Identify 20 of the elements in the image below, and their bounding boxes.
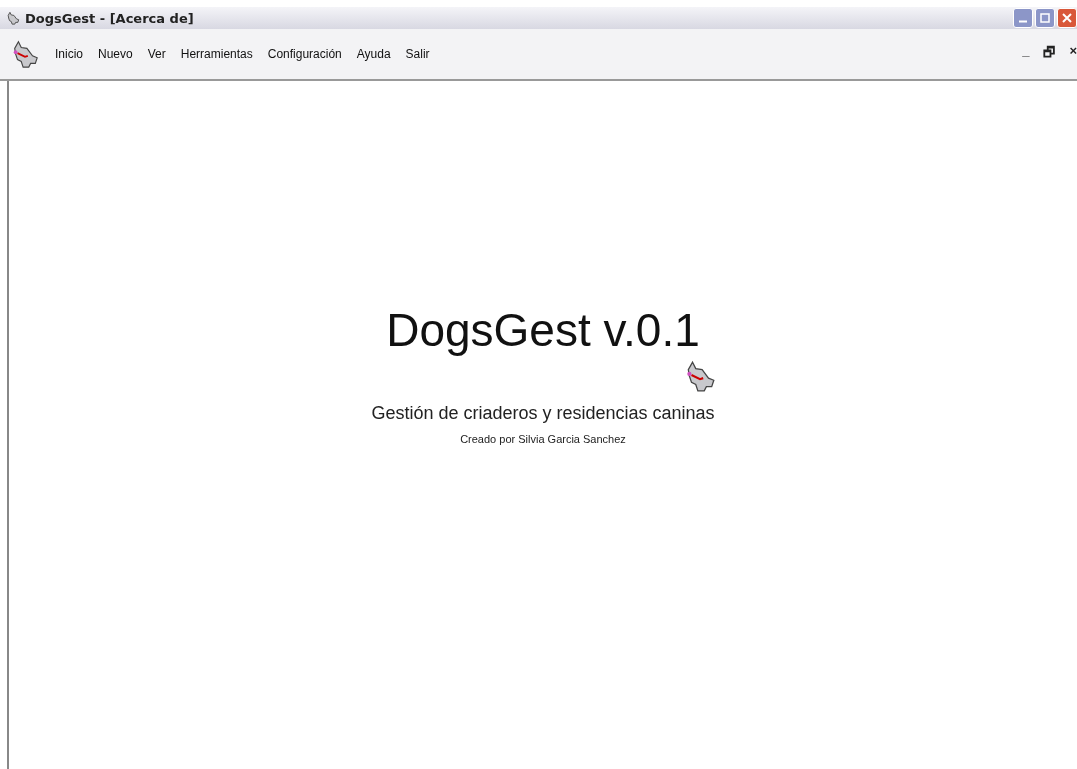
author-credit: Creado por Silvia Garcia Sanchez bbox=[460, 433, 626, 445]
child-restore-button[interactable]: 🗗 bbox=[1043, 43, 1056, 65]
maximize-icon bbox=[1040, 13, 1050, 23]
close-button[interactable] bbox=[1057, 8, 1077, 28]
app-title: DogsGest v.0.1 bbox=[386, 303, 700, 357]
child-minimize-button[interactable]: _ bbox=[1022, 43, 1030, 65]
minimize-button[interactable] bbox=[1013, 8, 1033, 28]
app-subtitle: Gestión de criaderos y residencias caninas bbox=[371, 403, 715, 424]
child-close-button[interactable]: × bbox=[1069, 43, 1077, 65]
close-icon bbox=[1062, 13, 1072, 23]
menu-item[interactable]: Ver bbox=[147, 47, 166, 61]
menu-item[interactable]: Herramientas bbox=[180, 47, 253, 61]
menu-item[interactable]: Configuración bbox=[267, 47, 342, 61]
menu-item[interactable]: Ayuda bbox=[356, 47, 391, 61]
menu-item[interactable]: Nuevo bbox=[98, 47, 133, 61]
minimize-icon bbox=[1019, 20, 1027, 23]
maximize-button[interactable] bbox=[1035, 8, 1055, 28]
menu-item[interactable]: Salir bbox=[405, 47, 430, 61]
menu-item[interactable]: Inicio bbox=[55, 47, 83, 61]
window-title: DogsGest - [Acerca de] bbox=[25, 10, 194, 26]
